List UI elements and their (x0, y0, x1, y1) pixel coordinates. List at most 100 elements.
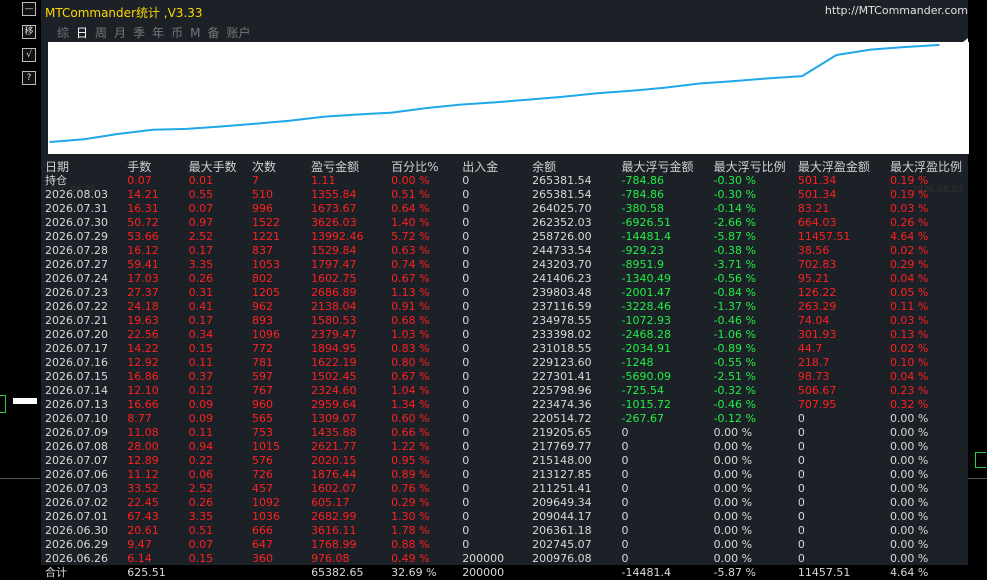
header-cell[interactable]: 最大手数 (189, 159, 252, 174)
table-cell: 0 (621, 510, 629, 523)
table-cell: -0.56 % (713, 272, 756, 285)
table-row: 2026.07.09 11.08 0.11 753 1435.88 0.66 % 0 2192… (45, 426, 968, 440)
table-cell: 14.21 (127, 188, 159, 201)
table-cell: 243203.70 (532, 258, 592, 271)
table-cell: 0 (621, 440, 629, 453)
table-cell: -2001.47 (621, 286, 671, 299)
balance-point (493, 101, 496, 104)
total-row: 合计 625.51 65382.65 32.69 % 200000 -14481.4 -5.… (45, 566, 968, 580)
table-row: 2026.08.03 14.21 0.55 510 1355.84 0.51 % 0 2653… (45, 188, 968, 202)
table-cell: 12.89 (127, 454, 159, 467)
table-cell: 0 (462, 216, 470, 229)
table-cell: 2324.60 (311, 384, 357, 397)
table-cell: 726 (252, 468, 274, 481)
header-cell[interactable]: 百分比% (391, 159, 462, 174)
tab-6[interactable]: 币 (171, 24, 183, 41)
balance-point (288, 119, 291, 122)
table-cell: 781 (252, 356, 274, 369)
header-cell[interactable]: 手数 (127, 159, 188, 174)
table-row: 2026.07.03 33.52 2.52 457 1602.07 0.76 % 0 2112… (45, 482, 968, 496)
check-button[interactable]: √ (22, 48, 36, 62)
table-cell: 2026.07.06 (45, 468, 108, 481)
table-cell: -6926.51 (621, 216, 671, 229)
table-cell: 0 (621, 552, 629, 565)
table-cell: 2.52 (188, 230, 214, 243)
table-cell: 0.88 % (391, 538, 430, 551)
tab-7[interactable]: M (190, 26, 200, 40)
table-cell: 200000 (462, 566, 505, 579)
move-button[interactable]: 移 (22, 25, 36, 39)
table-cell: 0 (462, 286, 470, 299)
table-cell: 1.04 % (391, 384, 430, 397)
header-cell[interactable]: 最大浮亏金额 (621, 159, 713, 174)
header-cell[interactable]: 最大浮盈金额 (798, 159, 890, 174)
tab-1[interactable]: 日 (76, 24, 88, 41)
table-cell: 38.56 (797, 244, 830, 257)
website-link[interactable]: http://MTCommander.com (825, 4, 968, 17)
table-cell: 2026.07.02 (45, 496, 108, 509)
table-cell: 0 (797, 482, 805, 495)
header-cell[interactable]: 最大浮盈比例 (890, 159, 968, 174)
table-cell: 220514.72 (532, 412, 592, 425)
table-cell: 0 (462, 454, 470, 467)
balance-point (254, 122, 256, 125)
table-cell: 209044.17 (532, 510, 592, 523)
table-cell: 1096 (252, 328, 281, 341)
table-row: 2026.07.08 28.00 0.94 1015 2621.77 1.22 % 0 217… (45, 440, 968, 454)
table-cell: 597 (252, 370, 274, 383)
table-cell: 0 (462, 188, 470, 201)
tab-8[interactable]: 备 (207, 24, 219, 41)
minimize-button[interactable]: — (22, 2, 36, 16)
table-cell: 301.93 (797, 328, 837, 341)
table-cell: 27.37 (127, 286, 159, 299)
help-button[interactable]: ? (22, 71, 36, 85)
table-cell: 2026.07.10 (45, 412, 108, 425)
table-cell: 0.41 (188, 300, 214, 313)
table-cell: 200000 (462, 552, 505, 565)
tab-2[interactable]: 周 (95, 24, 107, 41)
balance-point (562, 96, 564, 98)
table-cell: 1797.47 (311, 258, 357, 271)
table-cell: 0.04 % (889, 370, 929, 383)
header-cell[interactable]: 余额 (532, 159, 621, 174)
table-cell: 0.00 % (889, 538, 929, 551)
balance-chart-svg (49, 44, 940, 143)
table-cell: 211251.41 (532, 482, 592, 495)
table-cell: 0.02 % (889, 342, 929, 355)
table-cell: 0.63 % (391, 244, 430, 257)
table-cell: 647 (252, 538, 274, 551)
table-cell: 22.45 (127, 496, 159, 509)
table-cell: 239803.48 (532, 286, 592, 299)
tab-5[interactable]: 年 (152, 24, 164, 41)
table-cell: 241406.23 (532, 272, 592, 285)
table-cell: 65382.65 (311, 566, 364, 579)
table-cell: 2379.47 (311, 328, 357, 341)
tab-9[interactable]: 账户 (226, 24, 250, 41)
table-cell: 229123.60 (532, 356, 592, 369)
table-cell: 0.29 % (391, 496, 430, 509)
tab-0[interactable]: 综 (57, 24, 69, 41)
header-cell[interactable]: 次数 (252, 159, 311, 174)
table-cell: 持仓 (45, 174, 67, 187)
header-cell[interactable]: 日期 (45, 159, 127, 174)
table-cell: 0.01 (188, 174, 214, 187)
collapse-arrow-icon[interactable] (963, 38, 968, 46)
table-cell: 2686.89 (311, 286, 357, 299)
table-cell: 237116.59 (532, 300, 592, 313)
header-cell[interactable]: 最大浮亏比例 (714, 159, 798, 174)
table-cell: 2.52 (188, 482, 214, 495)
table-cell: -725.54 (621, 384, 664, 397)
header-cell[interactable]: 出入金 (462, 159, 532, 174)
table-cell: 0.00 % (713, 510, 753, 523)
table-cell: 802 (252, 272, 274, 285)
table-cell: 753 (252, 426, 274, 439)
tab-4[interactable]: 季 (133, 24, 145, 41)
header-cell[interactable]: 盈亏金额 (311, 159, 391, 174)
table-cell: 0 (462, 440, 470, 453)
table-cell: 2026.07.29 (45, 230, 108, 243)
table-cell: 1.78 % (391, 524, 430, 537)
table-cell: 0 (797, 538, 805, 551)
tab-3[interactable]: 月 (114, 24, 126, 41)
table-cell: 1.11 (311, 174, 336, 187)
table-cell: 0.07 (188, 202, 214, 215)
